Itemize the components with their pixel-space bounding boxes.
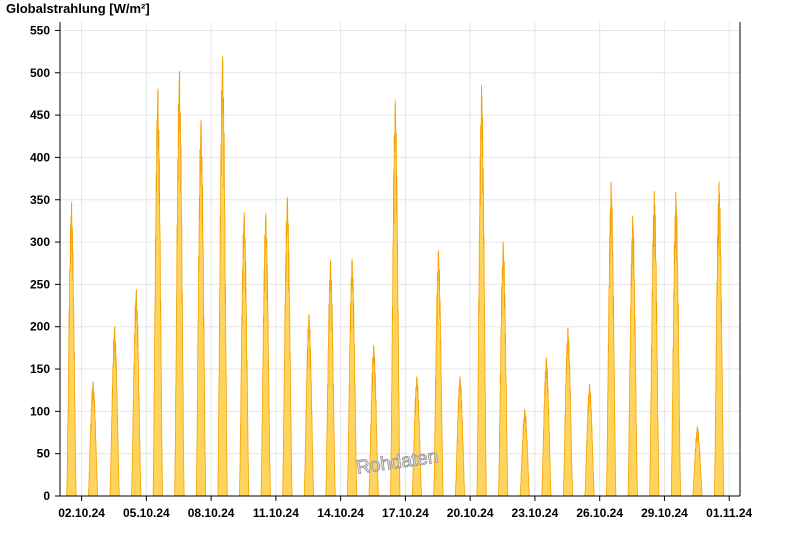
- y-tick-label: 350: [30, 193, 50, 207]
- x-tick-label: 01.11.24: [706, 506, 752, 520]
- daily-radiation-curve: [217, 55, 228, 497]
- daily-radiation-curve: [584, 383, 595, 497]
- daily-radiation-curve: [649, 190, 660, 497]
- x-tick-label: 20.10.24: [447, 506, 494, 520]
- y-tick-label: 550: [30, 23, 50, 37]
- x-tick-label: 17.10.24: [382, 506, 429, 520]
- x-tick-label: 14.10.24: [317, 506, 364, 520]
- y-axis-label: Globalstrahlung [W/m²]: [6, 1, 150, 16]
- y-tick-label: 0: [43, 489, 50, 503]
- y-tick-label: 100: [30, 404, 50, 418]
- y-tick-label: 250: [30, 277, 50, 291]
- y-tick-label: 200: [30, 320, 50, 334]
- daily-radiation-curve: [152, 88, 163, 497]
- daily-radiation-curve: [195, 119, 207, 497]
- x-tick-label: 26.10.24: [576, 506, 623, 520]
- y-tick-label: 300: [30, 235, 50, 249]
- x-tick-label: 29.10.24: [641, 506, 688, 520]
- daily-radiation-curve: [131, 289, 142, 497]
- x-tick-label: 05.10.24: [123, 506, 170, 520]
- daily-radiation-curve: [239, 212, 250, 497]
- daily-radiation-curve: [519, 409, 530, 497]
- daily-radiation-curve: [303, 313, 315, 497]
- daily-radiation-curve: [627, 215, 638, 497]
- daily-radiation-curve: [692, 426, 703, 497]
- x-tick-label: 11.10.24: [253, 506, 299, 520]
- daily-radiation-curve: [260, 212, 271, 497]
- daily-radiation-curve: [476, 85, 487, 497]
- y-tick-label: 500: [30, 66, 50, 80]
- y-tick-label: 50: [37, 447, 51, 461]
- plot-area: [66, 55, 725, 497]
- x-ticks: 02.10.24 05.10.24 08.10.24 11.10.24 14.10.24…: [58, 496, 753, 520]
- y-tick-label: 450: [30, 108, 50, 122]
- daily-radiation-curve: [390, 100, 401, 497]
- daily-radiation-curve: [325, 260, 336, 497]
- daily-radiation-curve: [411, 376, 422, 497]
- daily-radiation-curve: [66, 201, 77, 497]
- x-tick-label: 02.10.24: [58, 506, 105, 520]
- solar-radiation-chart: 0 50 100 150 200 250 300 350 400 450 500 550 02.10.…: [6, 1, 753, 520]
- daily-radiation-curve: [541, 357, 552, 497]
- daily-radiation-curve: [670, 191, 681, 497]
- daily-radiation-curve: [87, 381, 99, 497]
- y-ticks: 0 50 100 150 200 250 300 350 400 450 500 550: [30, 23, 60, 503]
- x-tick-label: 08.10.24: [188, 506, 235, 520]
- daily-radiation-curve: [606, 181, 617, 497]
- daily-radiation-curve: [454, 376, 466, 497]
- daily-radiation-curve: [174, 70, 185, 497]
- y-tick-label: 150: [30, 362, 50, 376]
- daily-radiation-curve: [714, 181, 725, 497]
- x-tick-label: 23.10.24: [512, 506, 559, 520]
- y-tick-label: 400: [30, 150, 50, 164]
